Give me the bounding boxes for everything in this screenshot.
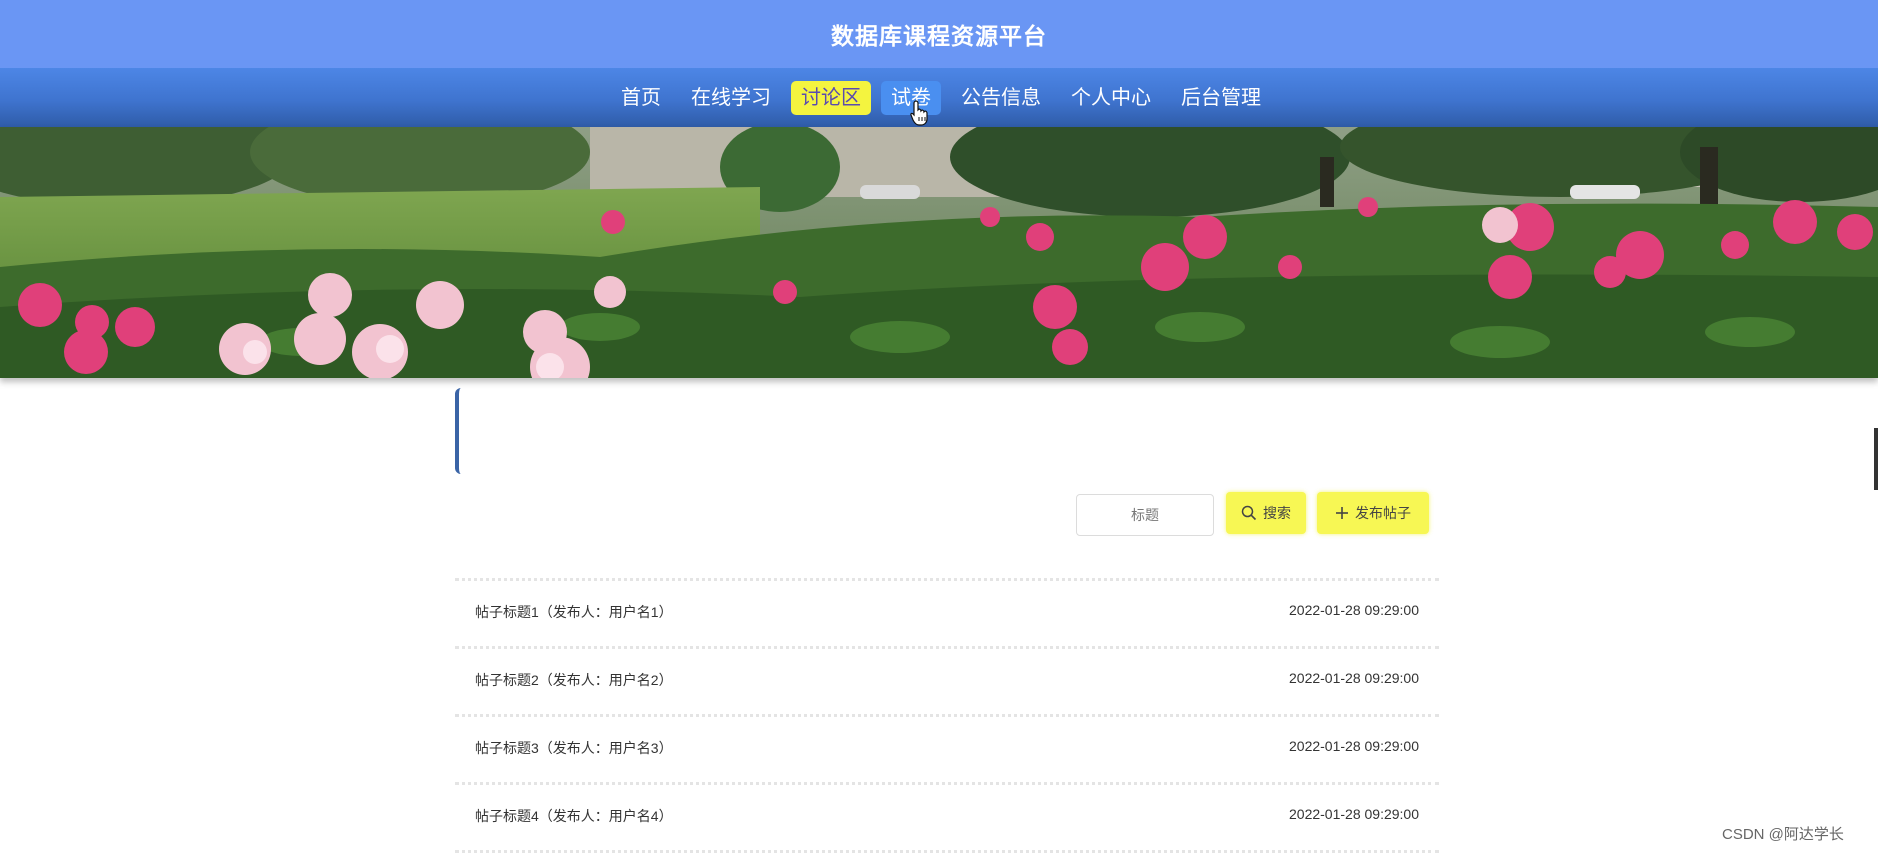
post-title[interactable]: 帖子标题4（发布人：用户名4） [475, 806, 673, 826]
list-divider [455, 850, 1439, 863]
banner-image [0, 127, 1878, 378]
site-title: 数据库课程资源平台 [831, 23, 1047, 49]
nav-item-announcements[interactable]: 公告信息 [951, 81, 1051, 115]
nav-item-online-learning[interactable]: 在线学习 [681, 81, 781, 115]
search-icon [1241, 505, 1257, 521]
new-post-button[interactable]: 发布帖子 [1317, 492, 1429, 534]
site-header: 数据库课程资源平台 [0, 0, 1878, 68]
plus-icon [1336, 507, 1348, 519]
list-item[interactable]: 帖子标题1（发布人：用户名1） 2022-01-28 09:29:00 [455, 578, 1439, 646]
scroll-marker [1874, 428, 1878, 490]
nav-item-home[interactable]: 首页 [611, 81, 671, 115]
nav-item-forum[interactable]: 讨论区 [791, 80, 871, 115]
post-title[interactable]: 帖子标题3（发布人：用户名3） [475, 738, 673, 758]
nav-list: 首页 在线学习 讨论区 试卷 公告信息 个人中心 后台管理 [611, 80, 1271, 115]
nav-item-admin[interactable]: 后台管理 [1171, 81, 1271, 115]
post-list: 帖子标题1（发布人：用户名1） 2022-01-28 09:29:00 帖子标题… [455, 578, 1439, 863]
main-nav: 首页 在线学习 讨论区 试卷 公告信息 个人中心 后台管理 [0, 68, 1878, 127]
list-item[interactable]: 帖子标题4（发布人：用户名4） 2022-01-28 09:29:00 [455, 782, 1439, 850]
post-time: 2022-01-28 09:29:00 [1289, 602, 1419, 618]
post-title[interactable]: 帖子标题2（发布人：用户名2） [475, 670, 673, 690]
section-heading-bar [455, 388, 465, 474]
watermark: CSDN @阿达学长 [1722, 826, 1844, 843]
post-time: 2022-01-28 09:29:00 [1289, 738, 1419, 754]
search-button-label: 搜索 [1263, 505, 1291, 521]
search-input[interactable] [1076, 494, 1214, 536]
post-title[interactable]: 帖子标题1（发布人：用户名1） [475, 602, 673, 622]
nav-item-personal-center[interactable]: 个人中心 [1061, 81, 1161, 115]
search-button[interactable]: 搜索 [1226, 492, 1306, 534]
list-item[interactable]: 帖子标题2（发布人：用户名2） 2022-01-28 09:29:00 [455, 646, 1439, 714]
new-post-button-label: 发布帖子 [1355, 505, 1411, 521]
hand-cursor-icon [910, 100, 928, 126]
post-time: 2022-01-28 09:29:00 [1289, 806, 1419, 822]
post-time: 2022-01-28 09:29:00 [1289, 670, 1419, 686]
list-item[interactable]: 帖子标题3（发布人：用户名3） 2022-01-28 09:29:00 [455, 714, 1439, 782]
peony-garden-image [0, 127, 1878, 378]
